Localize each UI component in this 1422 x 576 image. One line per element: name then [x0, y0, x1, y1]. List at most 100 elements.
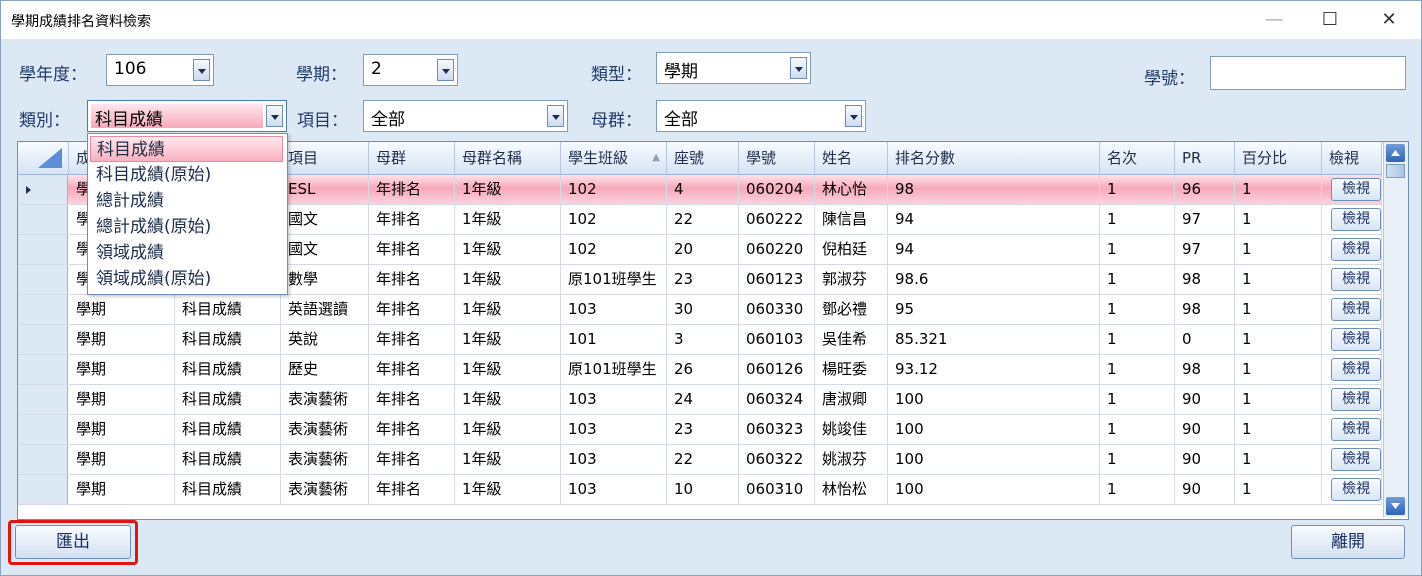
view-button[interactable]: 檢視 — [1331, 268, 1381, 291]
col-header-seat-no[interactable]: 座號 — [667, 142, 739, 174]
cell-student-name: 唐淑卿 — [815, 385, 888, 414]
category-combo[interactable]: 科目成績 — [87, 100, 287, 132]
row-header[interactable] — [18, 175, 68, 204]
view-button[interactable]: 檢視 — [1331, 328, 1381, 351]
chevron-down-icon[interactable] — [845, 105, 862, 127]
col-header-item[interactable]: 項目 — [281, 142, 369, 174]
chevron-down-icon[interactable] — [193, 59, 210, 81]
semester-combo[interactable]: 2 — [363, 54, 458, 86]
cell-item: 英語選讀 — [281, 295, 369, 324]
view-button[interactable]: 檢視 — [1331, 208, 1381, 231]
cell-item: 表演藝術 — [281, 385, 369, 414]
cell-rank: 1 — [1100, 385, 1175, 414]
row-header[interactable] — [18, 295, 68, 324]
cell-rank-score: 100 — [888, 475, 1100, 504]
school-year-combo[interactable]: 106 — [106, 54, 214, 86]
col-header-percent[interactable]: 百分比 — [1235, 142, 1322, 174]
cell-population: 年排名 — [369, 475, 455, 504]
cell-population: 年排名 — [369, 445, 455, 474]
col-header-population-name[interactable]: 母群名稱 — [455, 142, 561, 174]
cell-score-type: 學期 — [69, 325, 175, 354]
col-header-population[interactable]: 母群 — [369, 142, 455, 174]
cell-item: 歷史 — [281, 355, 369, 384]
chevron-down-icon[interactable] — [547, 105, 564, 127]
row-header[interactable] — [18, 205, 68, 234]
row-header[interactable] — [18, 325, 68, 354]
population-combo[interactable]: 全部 — [656, 100, 866, 132]
cell-seat-no: 22 — [667, 205, 739, 234]
cell-pr: 90 — [1175, 445, 1235, 474]
cell-class: 101 — [561, 325, 667, 354]
row-header[interactable] — [18, 235, 68, 264]
close-button[interactable]: ✕ — [1366, 5, 1412, 35]
view-button[interactable]: 檢視 — [1331, 298, 1381, 321]
col-header-pr[interactable]: PR — [1175, 142, 1235, 174]
cell-rank-score: 95 — [888, 295, 1100, 324]
row-header[interactable] — [18, 415, 68, 444]
category-option[interactable]: 總計成績(原始) — [90, 214, 283, 240]
cell-student-no: 060222 — [739, 205, 815, 234]
cell-category: 科目成績 — [175, 385, 281, 414]
table-row[interactable]: 學期 科目成績 英語選讀 年排名 1年級 103 30 060330 鄧必禮 95 1 98 1 檢視 — [18, 295, 1382, 325]
table-row[interactable]: 學期 科目成績 歷史 年排名 1年級 原101班學生 26 060126 楊旺委 93.12 1 98… — [18, 355, 1382, 385]
category-option[interactable]: 科目成績(原始) — [90, 162, 283, 188]
category-option[interactable]: 總計成績 — [90, 188, 283, 214]
cell-population-name: 1年級 — [455, 175, 561, 204]
table-row[interactable]: 學期 科目成績 表演藝術 年排名 1年級 103 22 060322 姚淑芬 100 1 90 1 檢視 — [18, 445, 1382, 475]
view-button[interactable]: 檢視 — [1331, 478, 1381, 501]
cell-population: 年排名 — [369, 175, 455, 204]
student-no-input[interactable] — [1210, 56, 1406, 90]
export-button[interactable]: 匯出 — [15, 525, 131, 559]
category-option[interactable]: 領域成績 — [90, 240, 283, 266]
col-header-view[interactable]: 檢視 — [1322, 142, 1382, 174]
table-row[interactable]: 學期 科目成績 表演藝術 年排名 1年級 103 24 060324 唐淑卿 100 1 90 1 檢視 — [18, 385, 1382, 415]
leave-button[interactable]: 離開 — [1291, 525, 1405, 559]
row-header[interactable] — [18, 385, 68, 414]
view-button[interactable]: 檢視 — [1331, 388, 1381, 411]
chevron-down-icon[interactable] — [790, 57, 807, 79]
row-header[interactable] — [18, 265, 68, 294]
table-row[interactable]: 學期 科目成績 表演藝術 年排名 1年級 103 10 060310 林怡松 100 1 90 1 檢視 — [18, 475, 1382, 505]
type-combo[interactable]: 學期 — [656, 52, 811, 84]
view-button[interactable]: 檢視 — [1331, 358, 1381, 381]
category-option[interactable]: 科目成績 — [90, 136, 283, 162]
row-header[interactable] — [18, 475, 68, 504]
view-button[interactable]: 檢視 — [1331, 418, 1381, 441]
col-header-class[interactable]: 學生班級 ▲ — [561, 142, 667, 174]
cell-view: 檢視 — [1322, 355, 1382, 384]
col-header-name[interactable]: 姓名 — [815, 142, 888, 174]
cell-seat-no: 3 — [667, 325, 739, 354]
cell-student-name: 楊旺委 — [815, 355, 888, 384]
view-button[interactable]: 檢視 — [1331, 448, 1381, 471]
table-row[interactable]: 學期 科目成績 英說 年排名 1年級 101 3 060103 吳佳希 85.321 1 0 1 檢視 — [18, 325, 1382, 355]
scroll-down-icon[interactable] — [1386, 497, 1405, 515]
view-button[interactable]: 檢視 — [1331, 238, 1381, 261]
col-header-student-no[interactable]: 學號 — [739, 142, 815, 174]
cell-percent: 1 — [1235, 295, 1322, 324]
chevron-down-icon[interactable] — [266, 105, 283, 127]
cell-rank: 1 — [1100, 205, 1175, 234]
scroll-thumb[interactable] — [1386, 164, 1405, 178]
col-header-rank-score[interactable]: 排名分數 — [888, 142, 1100, 174]
table-row[interactable]: 學期 科目成績 表演藝術 年排名 1年級 103 23 060323 姚竣佳 100 1 90 1 檢視 — [18, 415, 1382, 445]
row-header[interactable] — [18, 445, 68, 474]
col-header-rank[interactable]: 名次 — [1100, 142, 1175, 174]
chevron-down-icon[interactable] — [437, 59, 454, 81]
cell-population-name: 1年級 — [455, 415, 561, 444]
cell-population-name: 1年級 — [455, 265, 561, 294]
cell-percent: 1 — [1235, 265, 1322, 294]
cell-student-name: 陳信昌 — [815, 205, 888, 234]
maximize-button[interactable]: ☐ — [1307, 5, 1353, 35]
view-button[interactable]: 檢視 — [1331, 178, 1381, 201]
item-combo[interactable]: 全部 — [363, 100, 568, 132]
category-option[interactable]: 領域成績(原始) — [90, 266, 283, 292]
cell-category: 科目成績 — [175, 295, 281, 324]
row-header[interactable] — [18, 355, 68, 384]
cell-item: 表演藝術 — [281, 445, 369, 474]
select-all-corner[interactable] — [18, 142, 69, 174]
scroll-up-icon[interactable] — [1386, 144, 1405, 162]
vertical-scrollbar[interactable] — [1383, 142, 1408, 517]
cell-rank: 1 — [1100, 265, 1175, 294]
minimize-button[interactable]: — — [1251, 5, 1297, 35]
cell-item: 表演藝術 — [281, 475, 369, 504]
